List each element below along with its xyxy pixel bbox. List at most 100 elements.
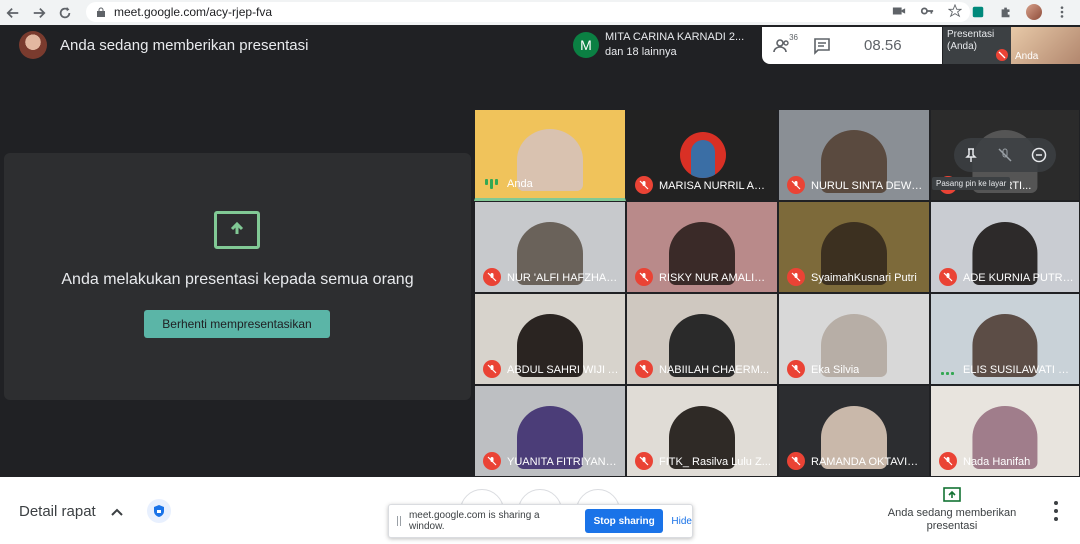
meeting-details-button[interactable]: Detail rapat	[19, 503, 124, 520]
chat-button[interactable]	[802, 37, 842, 55]
mic-off-icon	[635, 452, 653, 470]
chat-icon	[814, 37, 830, 55]
participant-tile[interactable]: NURUL SINTA DEWI ...	[778, 109, 930, 201]
speaking-indicator-icon	[941, 372, 954, 375]
participant-name: NURUL SINTA DEWI ...	[811, 180, 923, 192]
participant-tile[interactable]: RISKY NUR AMALIA ...	[626, 201, 778, 293]
extension-meet-icon[interactable]	[970, 4, 986, 20]
page-title: Anda sedang memberikan presentasi	[60, 37, 309, 54]
menu-dots-icon[interactable]	[1054, 4, 1070, 20]
speaking-indicator-icon	[485, 179, 498, 189]
participant-name: ELIS SUSILAWATI 20...	[963, 364, 1075, 376]
mic-off-icon	[635, 360, 653, 378]
self-view-tile[interactable]: Presentasi (Anda) Anda	[943, 27, 1080, 64]
participant-name: ADE KURNIA PUTRI ...	[963, 272, 1075, 284]
security-button[interactable]	[147, 499, 171, 523]
present-now-button[interactable]: Anda sedang memberikan presentasi	[880, 487, 1024, 533]
mic-off-icon	[787, 268, 805, 286]
participant-tile[interactable]: ELIS SUSILAWATI 20...	[930, 293, 1080, 385]
participant-tile[interactable]: Anda	[474, 109, 626, 201]
participant-name: FITK_ Rasilva Lulu Z...	[659, 456, 771, 468]
browser-toolbar: meet.google.com/acy-rjep-fva	[0, 0, 1080, 25]
mic-off-icon	[483, 360, 501, 378]
participant-tile[interactable]: ABDUL SAHRI WIJI A...	[474, 293, 626, 385]
forward-icon[interactable]	[26, 0, 52, 25]
chevron-up-icon	[111, 508, 123, 516]
participant-name: ABDUL SAHRI WIJI A...	[507, 364, 619, 376]
sender-avatar: M	[573, 32, 599, 58]
avatar	[680, 132, 726, 178]
participant-name: SyaimahKusnari Putri	[811, 272, 917, 284]
participant-tile[interactable]: MARISA NURRIL AM...	[626, 109, 778, 201]
mic-off-icon	[635, 176, 653, 194]
mic-off-icon	[787, 452, 805, 470]
mic-off-icon	[939, 268, 957, 286]
meet-topbar: Anda sedang memberikan presentasi M MITA…	[0, 25, 1080, 65]
mic-off-icon	[996, 49, 1008, 61]
stop-presenting-button[interactable]: Berhenti mempresentasikan	[144, 310, 330, 338]
presentation-card: Anda melakukan presentasi kepada semua o…	[4, 153, 471, 400]
participant-tile[interactable]: FITK_ Rasilva Lulu Z...	[626, 385, 778, 477]
participant-name: Nada Hanifah	[963, 456, 1031, 468]
camera-icon[interactable]	[892, 4, 906, 18]
participant-tile[interactable]: NUR 'ALFI HAFZHAN...	[474, 201, 626, 293]
participants-count: 36	[789, 32, 798, 42]
mic-off-icon	[939, 452, 957, 470]
participant-name: YUANITA FITRIYANA ...	[507, 456, 619, 468]
mic-off-icon	[483, 268, 501, 286]
remove-icon[interactable]	[1031, 147, 1047, 163]
present-now-label: Anda sedang memberikan presentasi	[887, 507, 1017, 532]
participant-tile[interactable]: RAMANDA OKTAVIA...	[778, 385, 930, 477]
reload-icon[interactable]	[52, 0, 78, 25]
participant-tile[interactable]: NABIILAH CHAERM...	[626, 293, 778, 385]
self-presentation-label: Presentasi (Anda)	[947, 29, 995, 52]
mic-off-icon[interactable]	[997, 147, 1013, 163]
pin-tooltip: Pasang pin ke layar	[932, 177, 1011, 190]
more-options-icon[interactable]	[1049, 501, 1063, 521]
participant-name: RISKY NUR AMALIA ...	[659, 272, 771, 284]
hide-link[interactable]: Hide	[671, 516, 692, 527]
pin-icon[interactable]	[963, 147, 979, 163]
participant-tile[interactable]: YUANITA FITRIYANA ...	[474, 385, 626, 477]
mic-off-icon	[483, 452, 501, 470]
participants-button[interactable]: 36	[762, 33, 802, 55]
participant-name: Anda	[507, 178, 533, 190]
mic-off-icon	[787, 360, 805, 378]
participant-name: NUR 'ALFI HAFZHAN...	[507, 272, 619, 284]
key-icon[interactable]	[920, 4, 934, 18]
presentation-message: Anda melakukan presentasi kepada semua o…	[61, 271, 414, 288]
profile-avatar[interactable]	[1026, 4, 1042, 20]
participant-name: NABIILAH CHAERM...	[659, 364, 770, 376]
clock: 08.56	[864, 37, 902, 54]
chat-notification[interactable]: M MITA CARINA KARNADI 2... dan 18 lainny…	[567, 27, 762, 63]
mic-off-icon	[787, 176, 805, 194]
self-name: Anda	[1015, 51, 1039, 62]
drag-handle[interactable]	[397, 516, 401, 526]
stop-sharing-button[interactable]: Stop sharing	[584, 509, 664, 533]
shield-icon	[154, 505, 164, 517]
notification-sender: MITA CARINA KARNADI 2...	[605, 31, 745, 43]
participant-tile[interactable]: Eka Silvia	[778, 293, 930, 385]
present-icon	[943, 487, 961, 502]
participant-tile[interactable]: SyaimahKusnari Putri	[778, 201, 930, 293]
url-text: meet.google.com/acy-rjep-fva	[114, 5, 273, 19]
participant-name: Eka Silvia	[811, 364, 860, 376]
meeting-info-panel: 36 08.56	[762, 27, 942, 64]
participant-tile[interactable]: Nada Hanifah	[930, 385, 1080, 477]
back-icon[interactable]	[0, 0, 26, 25]
star-icon[interactable]	[948, 4, 962, 18]
sharing-message: meet.google.com is sharing a window.	[408, 510, 540, 532]
lock-icon	[97, 7, 105, 17]
meeting-details-label: Detail rapat	[19, 503, 96, 520]
participant-name: MARISA NURRIL AM...	[659, 180, 771, 192]
chrome-sharing-bar: meet.google.com is sharing a window. Sto…	[388, 504, 693, 538]
participant-name: RAMANDA OKTAVIA...	[811, 456, 923, 468]
avatar	[19, 31, 47, 59]
participant-tile[interactable]: ADE KURNIA PUTRI ...	[930, 201, 1080, 293]
present-screen-icon	[214, 211, 260, 249]
notification-others: dan 18 lainnya	[605, 46, 677, 58]
puzzle-icon[interactable]	[998, 4, 1014, 20]
address-bar[interactable]: meet.google.com/acy-rjep-fva	[86, 2, 970, 22]
tile-hover-controls	[954, 138, 1056, 172]
mic-off-icon	[635, 268, 653, 286]
